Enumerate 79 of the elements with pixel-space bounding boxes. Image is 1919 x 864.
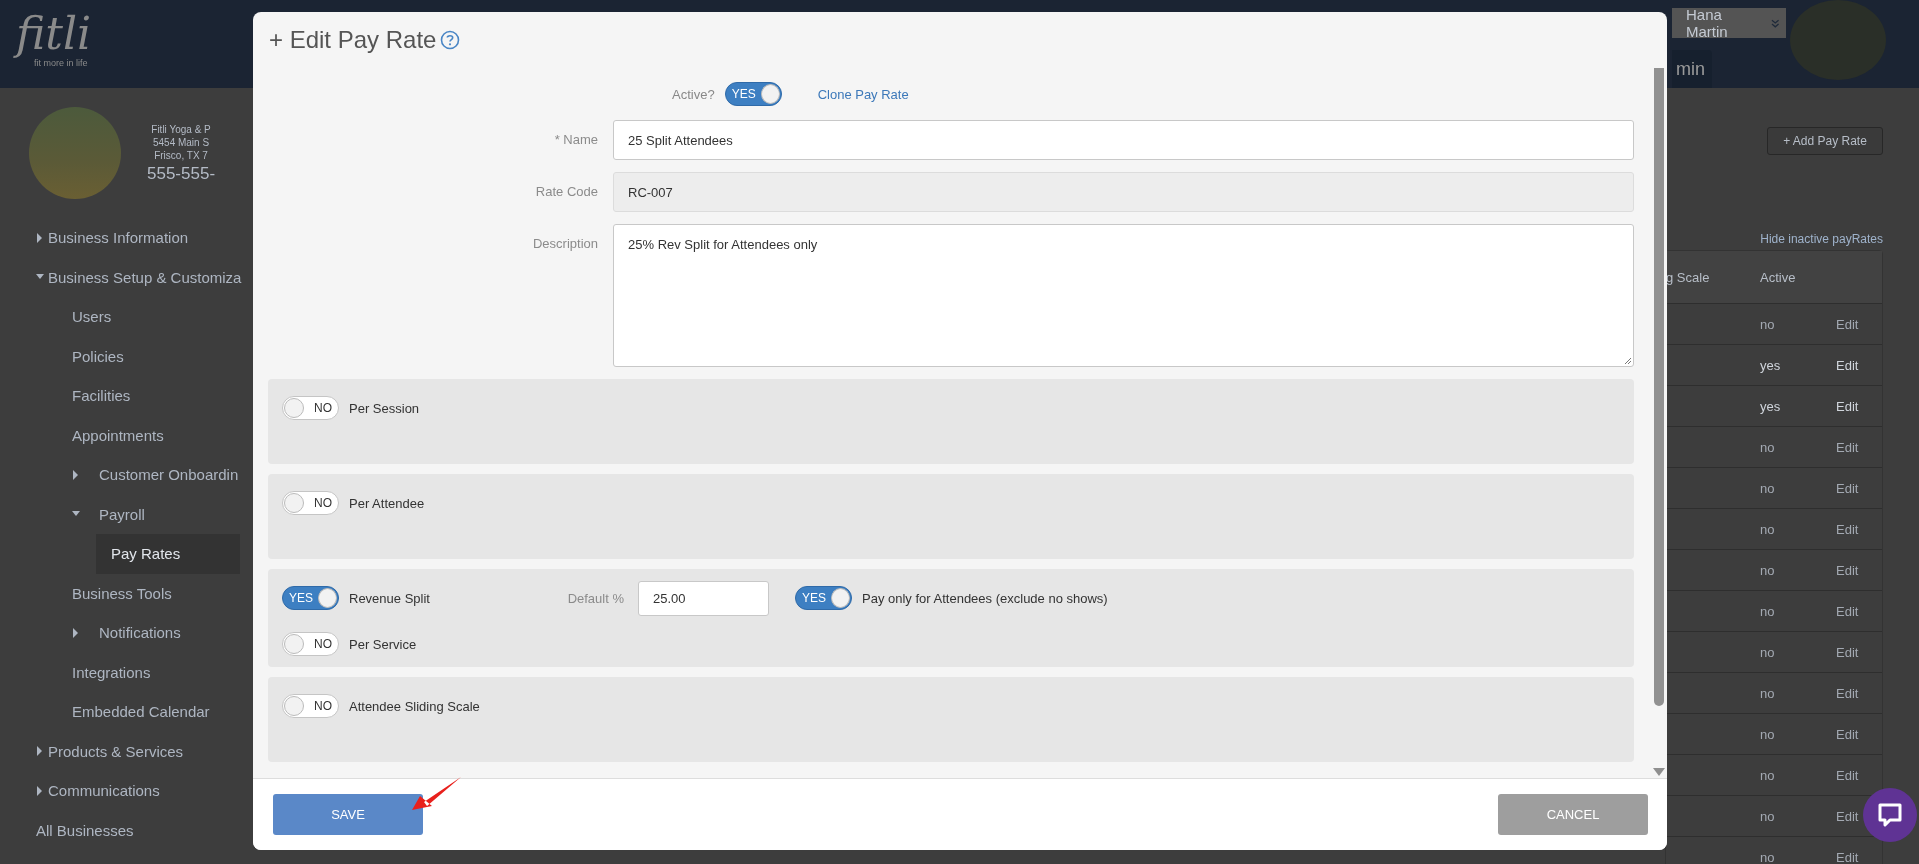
- caret-icon: [36, 232, 44, 243]
- chevron-icon: [1771, 18, 1780, 28]
- caret-icon: [72, 469, 80, 480]
- field-label: Rate Code: [534, 183, 599, 201]
- field-label: Description: [531, 235, 599, 253]
- sidebar-item[interactable]: Business Setup & Customiza: [0, 257, 242, 297]
- chat-button[interactable]: [1863, 788, 1917, 842]
- description-field[interactable]: 25% Rev Split for Attendees only: [613, 224, 1634, 367]
- sidebar-item[interactable]: Users: [0, 297, 112, 337]
- sidebar-item[interactable]: All Businesses: [0, 810, 134, 850]
- edit-link[interactable]: Edit: [1836, 357, 1859, 373]
- caret-icon: [36, 746, 44, 757]
- logo-tagline: fit more in life: [34, 58, 89, 68]
- clone-pay-rate-link[interactable]: Clone Pay Rate: [817, 86, 909, 102]
- field-label: Default %: [566, 590, 624, 606]
- scroll-down-icon[interactable]: [1652, 768, 1665, 776]
- table-cell-text: no: [1760, 316, 1776, 332]
- scrollbar[interactable]: [1650, 68, 1667, 778]
- toggle-switch[interactable]: NO: [282, 694, 339, 718]
- business-city: Frisco, TX 7: [154, 148, 208, 162]
- help-icon[interactable]: [440, 30, 461, 50]
- default-percent-field[interactable]: 25.00: [638, 580, 769, 616]
- table-cell-text: no: [1760, 562, 1776, 578]
- sidebar-item[interactable]: Appointments: [0, 415, 164, 455]
- rate-code-field: RC-007: [613, 172, 1634, 212]
- sidebar-item[interactable]: Policies: [0, 336, 124, 376]
- business-phone: 555-555-: [147, 163, 216, 184]
- table-cell-text: no: [1760, 726, 1776, 742]
- field-label: * Name: [553, 131, 599, 149]
- nav-tab[interactable]: min: [1672, 50, 1712, 88]
- table-cell-text: no: [1760, 644, 1776, 660]
- sidebar-item[interactable]: Integrations: [0, 652, 151, 692]
- toggle-label: Pay only for Attendees (exclude no shows): [862, 590, 1108, 606]
- toggle-switch[interactable]: YES: [795, 586, 852, 610]
- table-cell-text: yes: [1760, 357, 1782, 373]
- caret-icon: [36, 785, 44, 796]
- chat-icon: [1876, 801, 1904, 829]
- edit-link[interactable]: Edit: [1836, 398, 1859, 414]
- user-menu[interactable]: Hana Martin: [1672, 8, 1786, 38]
- toggle-label: Per Attendee: [349, 495, 425, 511]
- business-address: 5454 Main S: [152, 135, 210, 149]
- field-label: Active?: [672, 86, 715, 102]
- table-cell-text: no: [1760, 439, 1776, 455]
- column-header: Active: [1760, 269, 1797, 285]
- caret-icon: [72, 627, 80, 638]
- dialog-title: + Edit Pay Rate: [269, 26, 437, 54]
- column-header: g Scale: [1666, 269, 1711, 285]
- toggle-switch[interactable]: NO: [282, 396, 339, 420]
- toggle-label: Attendee Sliding Scale: [349, 698, 480, 714]
- sidebar-item[interactable]: Embedded Calendar: [0, 692, 210, 732]
- sidebar-item[interactable]: Business Tools: [0, 573, 172, 613]
- sidebar-item[interactable]: Communications: [0, 771, 160, 811]
- toggle-label: Per Service: [349, 636, 417, 652]
- table-cell-text: no: [1760, 849, 1776, 864]
- add-pay-rate-button[interactable]: + Add Pay Rate: [1767, 127, 1883, 155]
- table-cell-text: no: [1760, 480, 1776, 496]
- toggle-switch[interactable]: YES: [724, 82, 782, 106]
- toggle-switch[interactable]: NO: [282, 632, 339, 656]
- sidebar-item[interactable]: Products & Services: [0, 731, 184, 771]
- table-cell-text: no: [1760, 767, 1776, 783]
- save-button[interactable]: SAVE: [273, 794, 423, 835]
- table-cell-text: no: [1760, 685, 1776, 701]
- table-cell-text: no: [1760, 521, 1776, 537]
- toggle-label: Per Session: [349, 400, 420, 416]
- toggle-label: Revenue Split: [349, 590, 430, 606]
- name-field[interactable]: 25 Split Attendees: [613, 120, 1634, 160]
- table-cell-text: no: [1760, 603, 1776, 619]
- table-cell-text: yes: [1760, 398, 1782, 414]
- table-cell-text: no: [1760, 808, 1776, 824]
- sidebar-item[interactable]: Pay Rates: [96, 534, 241, 574]
- sidebar-item[interactable]: Facilities: [0, 376, 131, 416]
- resize-grip-icon[interactable]: [1624, 357, 1631, 364]
- sidebar-item[interactable]: Payroll: [0, 494, 145, 534]
- toggle-switch[interactable]: YES: [282, 586, 339, 610]
- toggle-switch[interactable]: NO: [282, 491, 339, 515]
- sidebar-item[interactable]: Customer Onboardin: [0, 455, 239, 495]
- sidebar-item[interactable]: Notifications: [0, 613, 181, 653]
- sidebar-item[interactable]: Business Information: [0, 218, 189, 258]
- business-name: Fitli Yoga & P: [151, 122, 211, 136]
